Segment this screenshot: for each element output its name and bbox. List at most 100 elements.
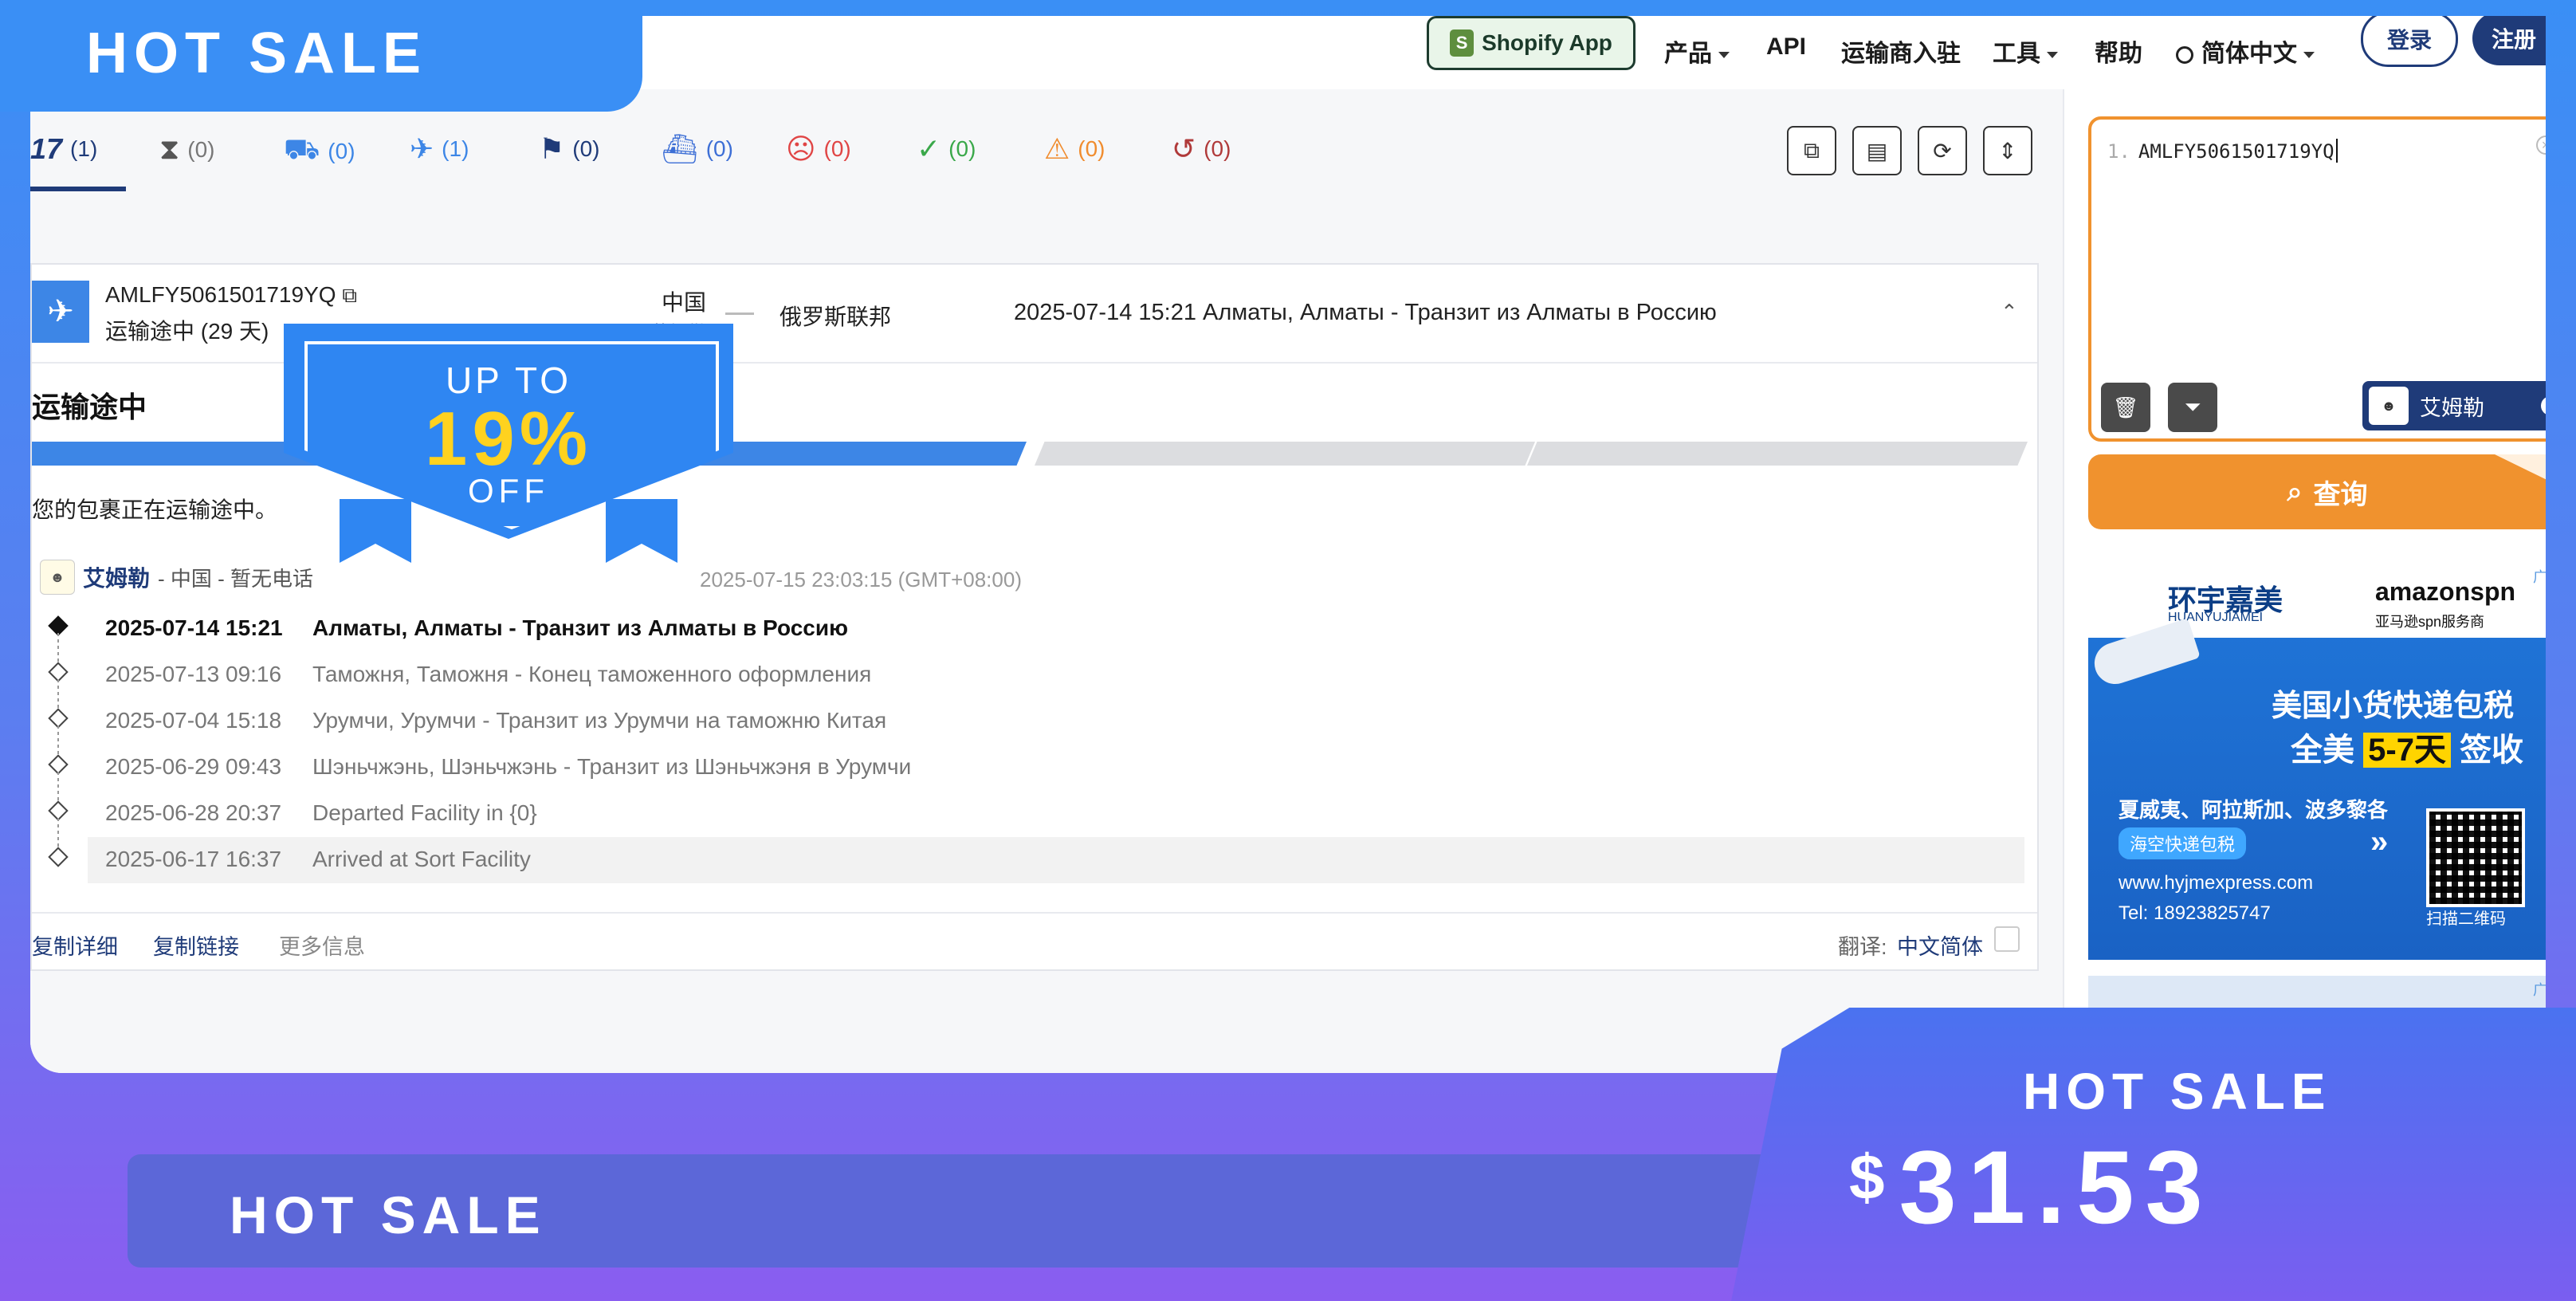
ad-tag: 广告 [2533,569,2546,585]
nav-carrier-join[interactable]: 运输商入驻 [1841,33,1961,69]
ad-amazon-sub: 亚马逊spn服务商 [2375,614,2485,630]
progress-segment-pending [1035,442,1535,466]
nav-api[interactable]: API [1766,33,1806,61]
latest-event: 2025-07-14 15:21 Алматы, Алматы - Транзи… [1014,300,1717,325]
refresh-icon: ⟳ [1933,138,1952,163]
active-tab-indicator [30,187,126,191]
ad-tag: 广告 [2533,982,2546,998]
card-footer: 复制详细 复制链接 更多信息 翻译: 中文简体 [32,912,2037,969]
collapse-card-icon[interactable]: ⌃ [2001,300,2018,324]
nav-help[interactable]: 帮助 [2095,33,2142,69]
copy-all-button[interactable]: ⧉ [1787,126,1836,175]
check-icon: ✓ [917,132,941,165]
caret-down-icon [1718,52,1730,59]
input-value[interactable]: 1. AMLFY5061501719YQ [2107,139,2338,163]
hot-sale-price-banner[interactable]: HOT SALE $31.53 [1731,1008,2576,1301]
shopify-app-button[interactable]: S Shopify App [1427,16,1636,70]
event-time: 2025-07-14 15:21 [105,615,283,640]
ad-regions: 夏威夷、阿拉斯加、波多黎各 [2119,798,2389,822]
copy-detail-link[interactable]: 复制详细 [32,930,118,961]
tab-count: (0) [187,136,215,162]
copy-list-button[interactable]: ▤ [1852,126,1902,175]
event-text: Урумчи, Урумчи - Транзит из Урумчи на та… [312,708,887,733]
tab-pickup[interactable]: ⚑ (0) [539,132,600,166]
hot-sale-banner-bottom[interactable]: HOT SALE [128,1154,1801,1268]
register-button[interactable]: 注册 [2472,16,2546,65]
event-time: 2025-07-04 15:18 [105,708,282,733]
event-time: 2025-06-29 09:43 [105,754,282,779]
tab-delivered[interactable]: ✓ (0) [917,132,976,166]
tab-count: (0) [948,136,976,161]
hot-sale-text: HOT SALE [230,1185,547,1244]
ad-amazon-logo: amazonspn [2375,577,2516,606]
collapse-all-button[interactable]: ⇕ [1983,126,2032,175]
trash-icon: 🗑 [2112,395,2139,419]
event-text: Arrived at Sort Facility [312,847,531,871]
copy-link-link[interactable]: 复制链接 [153,930,239,961]
tab-count: (0) [1078,136,1105,161]
refresh-button[interactable]: ⟳ [1918,126,1967,175]
advertisement-banner-2[interactable]: 广告 [2088,976,2546,1008]
carrier-logo-icon: ☻ [2369,387,2409,425]
tab-alert[interactable]: ⚠ (0) [1044,132,1105,166]
tracking-number-input[interactable]: 1.AMLFY5061501719YQ × 🗑 ⏷ ☻ 艾姆勒 × [2088,116,2546,442]
language-selector[interactable]: 简体中文 [2176,33,2315,69]
translate-label: 翻译: [1838,935,1887,959]
filter-button[interactable]: ⏷ [2168,383,2217,432]
tab-not-found[interactable]: ⧗ (0) [159,132,215,167]
caret-down-icon [2303,52,2315,59]
query-badge [2495,454,2546,489]
clear-input-icon[interactable]: × [2536,136,2546,155]
search-icon: ⌕ [2287,476,2303,507]
delete-button[interactable]: 🗑 [2101,383,2150,432]
warning-icon: ⚠ [1044,132,1070,165]
flag-icon: ⚑ [539,132,565,165]
shopify-app-label: Shopify App [1482,30,1612,55]
nav-products[interactable]: 产品 [1664,33,1730,69]
timeline-event: 2025-06-17 16:37 Arrived at Sort Facilit… [32,837,2024,883]
tab-all[interactable]: 17 (1) [30,132,97,166]
timeline-event: 2025-07-14 15:21 Алматы, Алматы - Транзи… [32,606,2024,670]
login-button[interactable]: 登录 [2361,16,2458,67]
timeline-event: 2025-07-04 15:18 Урумчи, Урумчи - Транзи… [32,698,2024,762]
copy-icon[interactable]: ⧉ [342,283,357,307]
timeline-event: 2025-06-29 09:43 Шэньчжэнь, Шэньчжэнь - … [32,745,2024,808]
timeline-event: 2025-07-13 09:16 Таможня, Таможня - Коне… [32,652,2024,716]
tab-expired[interactable]: ↺ (0) [1172,132,1231,166]
ad-headline: 美国小货快递包税 [2272,690,2515,723]
filter-icon: ⏷ [2184,395,2201,419]
tracking-number[interactable]: AMLFY5061501719YQ ⧉ [105,282,357,309]
tab-count: (1) [70,136,98,161]
discount-badge[interactable]: UP TO 19% OFF [284,324,733,563]
tab-undelivered[interactable]: ☹ (0) [786,132,851,166]
destination-country: 俄罗斯联邦 [779,305,892,329]
carrier-logo-icon: ☻ [40,560,75,595]
query-button[interactable]: ⌕ 查询 [2088,454,2546,529]
tab-info-received[interactable]: ⛟ (0) [284,132,355,170]
tab-out-for-delivery[interactable]: ⛴ (0) [662,132,733,166]
shopify-bag-icon: S [1450,29,1475,57]
globe-icon [2176,46,2193,64]
sad-face-icon: ☹ [786,132,816,165]
progress-segment-pending [1527,442,2028,466]
event-text: Шэньчжэнь, Шэньчжэнь - Транзит из Шэньчж… [312,754,912,779]
ad-phone: Tel: 18923825747 [2119,902,2271,924]
list-copy-icon: ▤ [1866,138,1888,163]
advertisement-banner[interactable]: 广告 环宇嘉美 HUANYUJIAMEI amazonspn 亚马逊spn服务商… [2088,561,2546,960]
carrier-name-link[interactable]: 艾姆勒 [83,561,150,593]
timeline-event: 2025-06-28 20:37 Departed Facility in {0… [32,791,2024,855]
tab-in-transit[interactable]: ✈ (1) [410,132,469,166]
carrier-chip[interactable]: ☻ 艾姆勒 × [2362,381,2546,430]
more-info-link[interactable]: 更多信息 [279,930,365,961]
translate-language[interactable]: 中文简体 [1897,930,1983,961]
remove-carrier-icon[interactable]: × [2541,396,2546,415]
copy-icon: ⧉ [1804,137,1820,163]
nav-tools[interactable]: 工具 [1993,33,2058,69]
route-arrow-icon [725,312,754,315]
hot-sale-banner-top[interactable]: HOT SALE [0,0,642,112]
double-chevron-icon: » [2370,824,2389,859]
plane-icon: ✈ [410,132,434,165]
ad-subheadline: 全美 5-7天 签收 [2291,733,2524,768]
translate-checkbox[interactable] [1994,926,2020,952]
tracking-sidebar: 1.AMLFY5061501719YQ × 🗑 ⏷ ☻ 艾姆勒 × ⌕ 查询 广… [2063,89,2546,1073]
